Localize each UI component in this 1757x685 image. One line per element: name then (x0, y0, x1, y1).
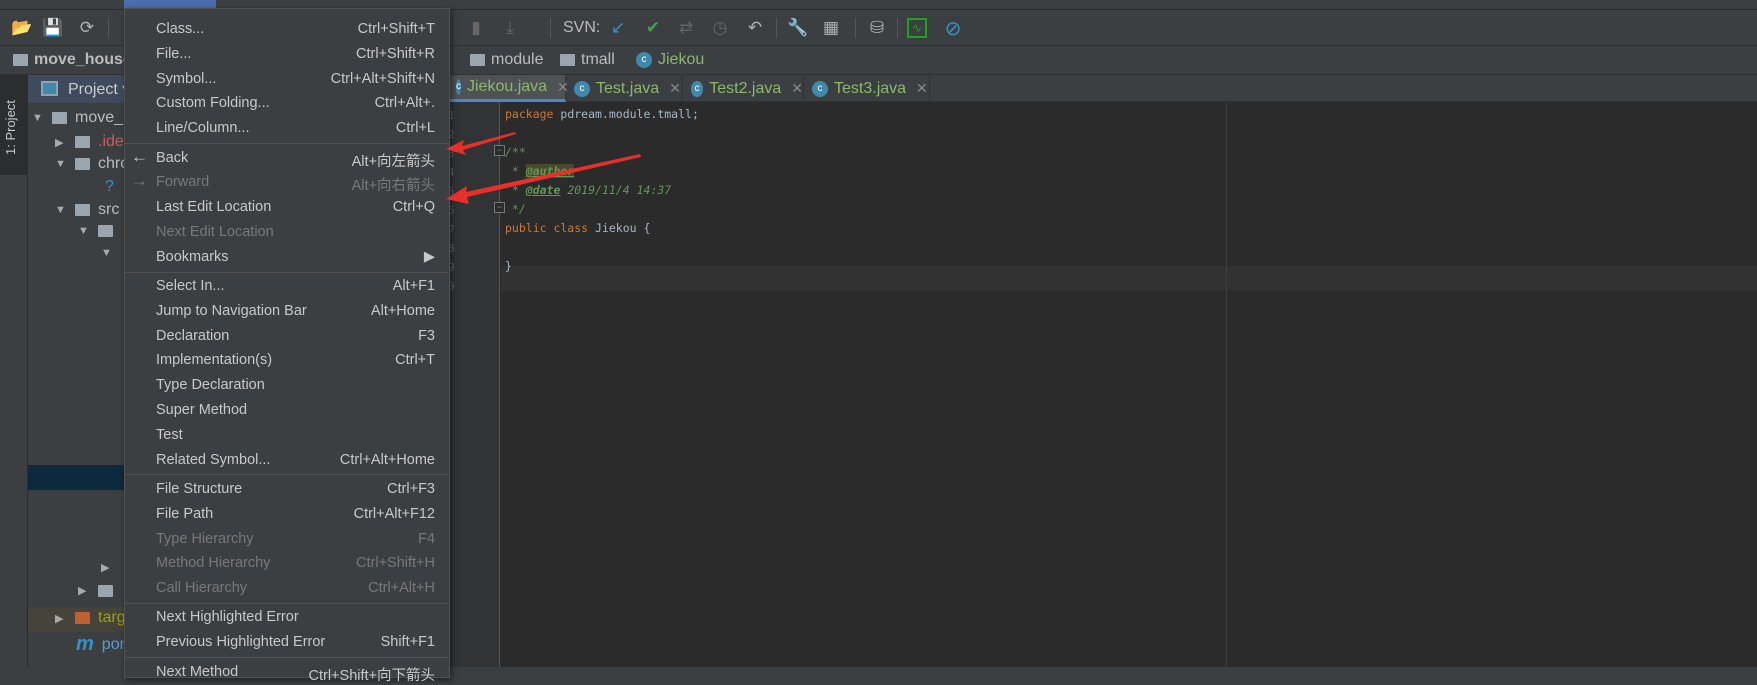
annotation-arrows (446, 132, 641, 204)
red-arrow-back (446, 132, 516, 155)
red-arrow-last-edit (446, 154, 641, 204)
